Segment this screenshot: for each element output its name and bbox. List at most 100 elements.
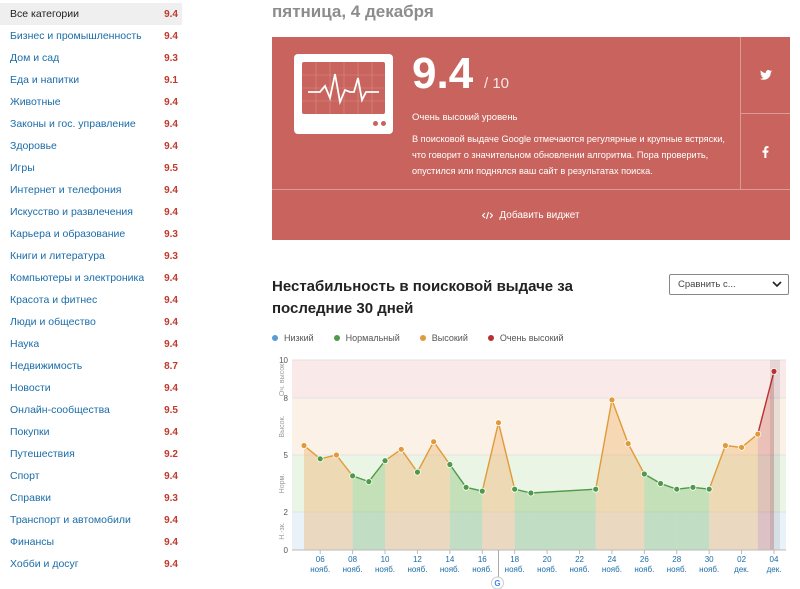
area-segment — [352, 475, 369, 550]
sidebar-category-item[interactable]: Справки 9.3 — [0, 487, 182, 509]
facebook-share-button[interactable] — [741, 114, 790, 190]
x-tick-day: 26 — [640, 555, 649, 564]
sidebar-category-item[interactable]: Финансы 9.4 — [0, 531, 182, 553]
sidebar-category-item[interactable]: Путешествия 9.2 — [0, 443, 182, 465]
x-tick-month: нояб. — [537, 565, 557, 574]
page-date: пятница, 4 декабря — [272, 2, 434, 21]
sidebar-category-label: Спорт — [10, 470, 40, 482]
sidebar-category-item[interactable]: Хобби и досуг 9.4 — [0, 553, 182, 575]
sidebar-category-item[interactable]: Онлайн-сообщества 9.5 — [0, 399, 182, 421]
sidebar-category-score: 9.4 — [164, 382, 178, 394]
data-point — [673, 485, 681, 493]
y-tick-label: 2 — [284, 508, 289, 517]
sidebar-category-item[interactable]: Законы и гос. управление 9.4 — [0, 113, 182, 135]
sidebar-category-item[interactable]: Наука 9.4 — [0, 333, 182, 355]
x-tick-day: 02 — [737, 555, 746, 564]
sidebar-category-item[interactable]: Бизнес и промышленность 9.4 — [0, 25, 182, 47]
sidebar-category-item[interactable]: Здоровье 9.4 — [0, 135, 182, 157]
data-point — [640, 470, 648, 478]
sidebar-category-item[interactable]: Животные 9.4 — [0, 91, 182, 113]
sidebar-category-score: 9.4 — [164, 184, 178, 196]
monitor-dot — [373, 121, 378, 126]
sidebar-category-score: 9.4 — [164, 30, 178, 42]
data-point — [705, 485, 713, 493]
sidebar-category-score: 9.4 — [164, 8, 178, 20]
sidebar-category-score: 9.4 — [164, 140, 178, 152]
category-sidebar: Все категории 9.4 Бизнес и промышленность 9… — [0, 0, 186, 589]
legend-swatch — [419, 335, 426, 341]
sidebar-category-item[interactable]: Компьютеры и электроника 9.4 — [0, 267, 182, 289]
volatility-level: Очень высокий уровень — [412, 112, 518, 123]
sidebar-category-item[interactable]: Игры 9.5 — [0, 157, 182, 179]
data-point — [381, 457, 389, 465]
x-tick-month: нояб. — [407, 565, 427, 574]
data-point — [430, 438, 438, 446]
data-point — [657, 480, 664, 487]
data-point — [333, 451, 340, 459]
zone-band — [292, 360, 786, 398]
y-tick-label: 0 — [284, 546, 289, 555]
sidebar-category-item[interactable]: Дом и сад 9.3 — [0, 47, 182, 69]
y-tick-label: 8 — [284, 394, 289, 403]
x-tick-month: нояб. — [602, 565, 622, 574]
area-segment — [676, 487, 693, 550]
area-segment — [660, 483, 677, 550]
twitter-share-button[interactable] — [741, 37, 790, 113]
legend-item[interactable]: Нормальный — [333, 333, 400, 343]
sidebar-category-item[interactable]: Спорт 9.4 — [0, 465, 182, 487]
heartbeat-screen — [302, 62, 385, 114]
sidebar-category-item[interactable]: Люди и общество 9.4 — [0, 311, 182, 333]
data-point — [495, 419, 502, 427]
sidebar-category-item[interactable]: Новости 9.4 — [0, 377, 182, 399]
x-tick-day: 28 — [672, 555, 681, 564]
chart-legend: Низкий Нормальный Высокий Очень высокий — [272, 333, 564, 343]
score-value: 9.4 — [412, 49, 474, 98]
data-point — [397, 445, 405, 453]
sidebar-category-item[interactable]: Красота и фитнес 9.4 — [0, 289, 182, 311]
sidebar-category-item[interactable]: Книги и литература 9.3 — [0, 245, 182, 267]
x-tick-month: нояб. — [570, 565, 590, 574]
compare-select[interactable]: Сравнить с... — [669, 274, 789, 295]
x-tick-day: 08 — [348, 555, 357, 564]
sidebar-category-item[interactable]: Интернет и телефония 9.4 — [0, 179, 182, 201]
legend-label: Высокий — [431, 333, 468, 343]
sidebar-category-score: 9.3 — [164, 52, 178, 64]
x-tick-day: 30 — [705, 555, 714, 564]
sidebar-category-item[interactable]: Еда и напитки 9.1 — [0, 69, 182, 91]
x-tick-day: 24 — [607, 555, 616, 564]
legend-item[interactable]: Низкий — [272, 333, 314, 343]
x-tick-month: нояб. — [310, 565, 330, 574]
sidebar-category-item[interactable]: Недвижимость 8.7 — [0, 355, 182, 377]
sidebar-category-label: Наука — [10, 338, 40, 350]
legend-label: Нормальный — [345, 333, 400, 343]
add-widget-button[interactable]: Добавить виджет — [272, 190, 790, 240]
sidebar-category-item[interactable]: Искусство и развлечения 9.4 — [0, 201, 182, 223]
sidebar-category-score: 9.3 — [164, 250, 178, 262]
chart-title: Нестабильность в поисковой выдаче за пос… — [272, 278, 573, 317]
data-point — [592, 485, 600, 493]
sidebar-category-item[interactable]: Транспорт и автомобили 9.4 — [0, 509, 182, 531]
chevron-down-icon — [772, 281, 782, 288]
sidebar-category-label: Новости — [10, 382, 51, 394]
monitor-icon — [294, 54, 393, 134]
sidebar-category-item[interactable]: Карьера и образование 9.3 — [0, 223, 182, 245]
legend-item[interactable]: Очень высокий — [487, 333, 564, 343]
twitter-icon — [759, 70, 772, 80]
data-point — [478, 487, 486, 495]
area-segment — [466, 487, 483, 550]
sidebar-category-label: Интернет и телефония — [10, 184, 122, 196]
sidebar-category-label: Справки — [10, 492, 51, 504]
area-segment — [741, 434, 758, 550]
sidebar-category-score: 9.4 — [164, 426, 178, 438]
x-tick-month: нояб. — [440, 565, 460, 574]
x-tick-day: 12 — [413, 555, 422, 564]
zone-band — [292, 398, 786, 455]
legend-item[interactable]: Высокий — [419, 333, 468, 343]
monitor-dot — [381, 121, 386, 126]
sidebar-category-item[interactable]: Все категории 9.4 — [0, 3, 182, 25]
sidebar-category-label: Финансы — [10, 536, 55, 548]
data-point — [608, 396, 616, 404]
sidebar-category-item[interactable]: Покупки 9.4 — [0, 421, 182, 443]
heartbeat-icon — [302, 62, 385, 114]
data-point — [689, 483, 697, 491]
